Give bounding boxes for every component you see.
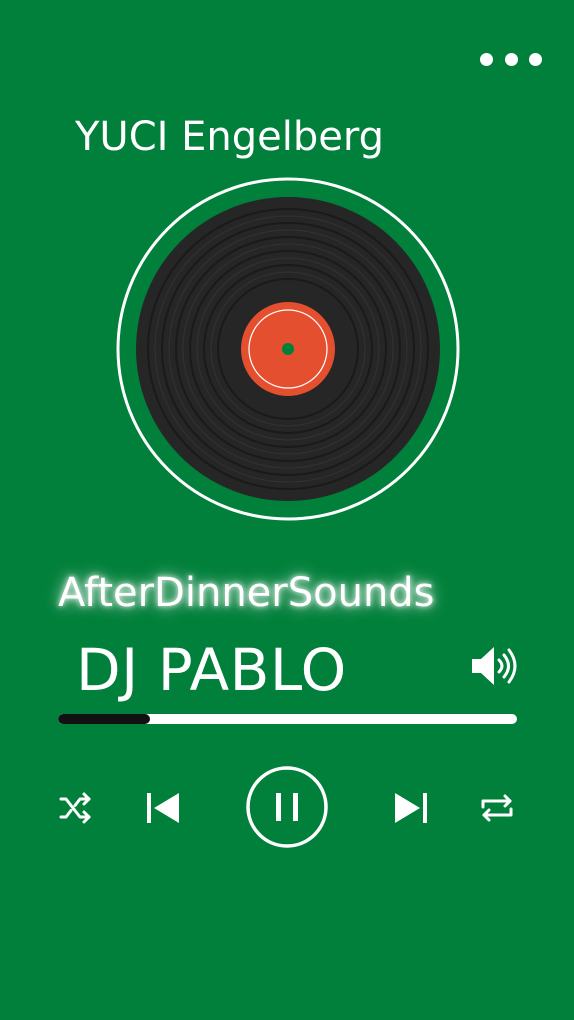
volume-icon [472,647,517,685]
pause-icon [246,766,328,848]
progress-fill [58,714,150,724]
shuffle-button[interactable] [58,790,94,826]
vinyl-record-icon [116,177,460,521]
next-button[interactable] [392,789,430,827]
progress-bar[interactable] [58,714,517,724]
previous-button[interactable] [144,789,182,827]
repeat-button[interactable] [478,790,516,826]
skip-next-icon [395,793,427,823]
artist-name: DJ PABLO [76,636,347,704]
more-dot [529,52,542,66]
repeat-icon [481,794,513,822]
volume-button[interactable] [468,642,520,690]
venue-name: YUCI Engelberg [75,114,385,160]
play-pause-button[interactable] [244,764,330,850]
more-dot [504,52,518,66]
album-art [115,176,461,522]
shuffle-icon [59,792,91,824]
skip-previous-icon [147,793,179,823]
show-title: AfterDinnerSounds [58,570,435,616]
more-options-button[interactable] [480,48,542,70]
more-dot [480,52,493,66]
